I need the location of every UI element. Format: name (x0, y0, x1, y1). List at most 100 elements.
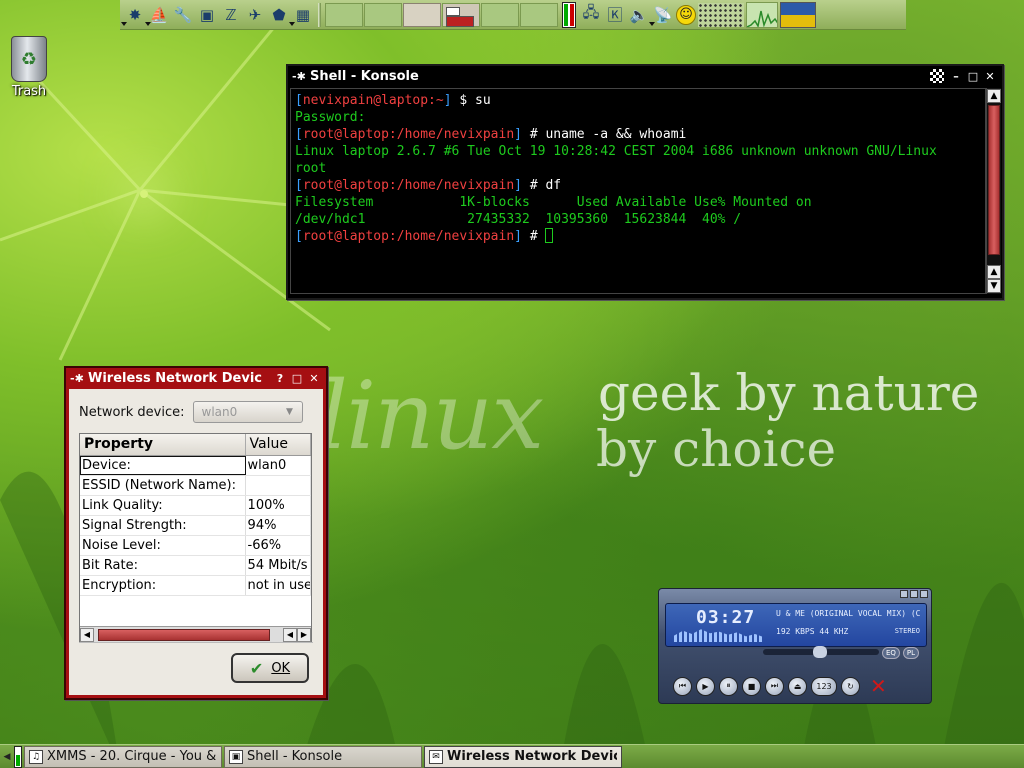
xmms-exit-icon[interactable]: ✕ (870, 674, 887, 698)
minimize-button[interactable]: – (948, 68, 964, 84)
window-menu-icon[interactable]: -✱ (292, 70, 310, 83)
terminal-scrollbar[interactable]: ▲ ▲ ▼ (986, 88, 1001, 294)
table-row[interactable]: Signal Strength: 94% (80, 516, 311, 536)
taskbar-scroll-left-icon[interactable]: ◀ (2, 746, 12, 768)
xmms-shade-icon[interactable] (910, 590, 918, 598)
maximize-button[interactable]: □ (965, 68, 981, 84)
cpu-load-icon[interactable] (780, 1, 816, 28)
smiley-icon[interactable]: ☺ (676, 4, 696, 25)
pager-desktop-3[interactable] (403, 2, 441, 27)
net-load-graph (747, 10, 777, 27)
pager-desktop-2[interactable] (364, 2, 402, 27)
table-row[interactable]: Noise Level: -66% (80, 536, 311, 556)
table-hscrollbar[interactable]: ◀ ◀ ▶ (80, 626, 311, 642)
scroll-left-icon[interactable]: ◀ (283, 627, 297, 642)
play-icon[interactable]: ▶ (696, 676, 715, 696)
konsole-titlebar[interactable]: -✱ Shell - Konsole – □ ✕ (288, 66, 1002, 86)
terminal-icon[interactable]: ▣ (196, 4, 218, 26)
battery-icon[interactable] (562, 1, 576, 28)
konqueror-icon[interactable]: ⛵ (145, 4, 170, 26)
scroll-up-icon[interactable]: ▲ (987, 265, 1001, 279)
xmms-menu-icon[interactable] (900, 590, 908, 598)
xmms-spectrum-visualizer[interactable] (674, 629, 764, 642)
table-row[interactable]: ESSID (Network Name): (80, 476, 311, 496)
value-cell: not in use (247, 576, 311, 595)
output-text: root (295, 161, 327, 176)
property-cell: Bit Rate: (80, 556, 246, 575)
network-device-select[interactable]: wlan0 ▼ (192, 401, 303, 423)
keyboard-grid-icon[interactable] (698, 2, 744, 27)
terminal-line: [root@laptop:/home/nevixpain] # uname -a… (295, 126, 981, 143)
xmms-stereo: STEREO (894, 627, 920, 635)
column-header-property[interactable]: Property (80, 434, 246, 455)
previous-icon[interactable]: ⏮ (673, 676, 692, 696)
taskbar-battery-icon[interactable] (14, 745, 22, 768)
kget-icon[interactable]: ✈ (244, 4, 266, 26)
taskbar-task[interactable]: ♫ XMMS - 20. Cirque - You & M (24, 745, 222, 768)
stop-icon[interactable]: ■ (742, 676, 761, 696)
taskbar-task[interactable]: ▣ Shell - Konsole (224, 745, 422, 768)
wireless-titlebar[interactable]: -✱ Wireless Network Devic ? □ ✕ (66, 368, 326, 388)
taskbar-task-label: Shell - Konsole (247, 749, 343, 764)
table-row[interactable]: Device: wlan0 (80, 456, 311, 476)
table-row[interactable]: Link Quality: 100% (80, 496, 311, 516)
xmms-pl-button[interactable]: PL (902, 647, 919, 659)
sticky-icon[interactable] (930, 69, 944, 83)
kopete-icon[interactable]: ⬟ (268, 4, 290, 26)
taskbar-task[interactable]: ✉ Wireless Network Devic (424, 745, 622, 768)
prompt-user: root@laptop:/home/nevixpain (302, 178, 515, 193)
column-header-value[interactable]: Value (246, 434, 311, 455)
pager-desktop-5[interactable] (481, 2, 519, 27)
kontact-icon[interactable]: 🄺 (604, 4, 626, 26)
xmms-titlebar[interactable] (659, 589, 931, 599)
prompt-bracket: ] (514, 229, 530, 244)
scroll-left-icon[interactable]: ◀ (80, 627, 94, 642)
pager-desktop-1[interactable] (325, 2, 363, 27)
pager-desktop-6[interactable] (520, 2, 558, 27)
hscrollbar-thumb[interactable] (98, 628, 270, 641)
xmms-time[interactable]: 03:27 (696, 607, 755, 628)
next-icon[interactable]: ⏭ (765, 676, 784, 696)
desktop-icon-trash[interactable]: ♻ Trash (4, 36, 54, 99)
repeat-icon[interactable]: ↻ (841, 676, 860, 696)
xmms-close-icon[interactable] (920, 590, 928, 598)
close-button[interactable]: ✕ (982, 68, 998, 84)
scrollbar-thumb[interactable] (988, 105, 1000, 255)
wireless-app-icon: ✉ (429, 749, 443, 764)
value-cell: 94% (246, 516, 311, 535)
close-button[interactable]: ✕ (306, 370, 322, 386)
eject-icon[interactable]: ⏏ (788, 676, 807, 696)
xmms-player: 03:27 U & ME (ORIGINAL VOCAL MIX) (C 192… (658, 588, 932, 704)
net-load-icon[interactable] (746, 1, 778, 28)
window-menu-icon[interactable]: -✱ (70, 372, 88, 385)
prompt-symbol: # (529, 127, 546, 142)
network-device-label: Network device: (79, 404, 185, 420)
table-row[interactable]: Encryption: not in use (80, 576, 311, 596)
pager-desktop-4[interactable] (442, 2, 480, 27)
help-button[interactable]: ? (272, 370, 288, 386)
calc-icon[interactable]: ▦ (289, 4, 314, 26)
volume-icon[interactable]: 🔈 (628, 4, 650, 26)
pause-icon[interactable]: ⏸ (719, 676, 738, 696)
ok-button[interactable]: ✔ OK (231, 653, 309, 683)
wireless-dialog: -✱ Wireless Network Devic ? □ ✕ Network … (64, 366, 328, 700)
scroll-right-icon[interactable]: ▶ (297, 627, 311, 642)
prompt-symbol: # (529, 229, 546, 244)
terminal-output[interactable]: [nevixpain@laptop:~] $ su Password: [root@… (290, 88, 986, 294)
control-center-icon[interactable]: 🔧 (172, 4, 194, 26)
shuffle-icon[interactable]: 123 (811, 676, 837, 696)
maximize-button[interactable]: □ (289, 370, 305, 386)
prompt-symbol: # (529, 178, 546, 193)
table-row[interactable]: Bit Rate: 54 Mbit/s (80, 556, 311, 576)
network-icon[interactable]: 🖧 (580, 3, 602, 26)
kdevelop-icon[interactable]: ℤ (220, 4, 242, 26)
scroll-up-icon[interactable]: ▲ (987, 89, 1001, 103)
kde-menu-icon[interactable]: ✸ (121, 4, 146, 26)
xmms-eq-button[interactable]: EQ (881, 647, 900, 659)
desktop-pager (325, 2, 558, 27)
property-table[interactable]: Property Value Device: wlan0 ESSID (Networ… (79, 433, 312, 643)
xmms-volume-slider[interactable] (839, 649, 879, 655)
table-header: Property Value (80, 434, 311, 456)
scroll-down-icon[interactable]: ▼ (987, 279, 1001, 293)
wireless-icon[interactable]: 📡 (649, 4, 674, 26)
